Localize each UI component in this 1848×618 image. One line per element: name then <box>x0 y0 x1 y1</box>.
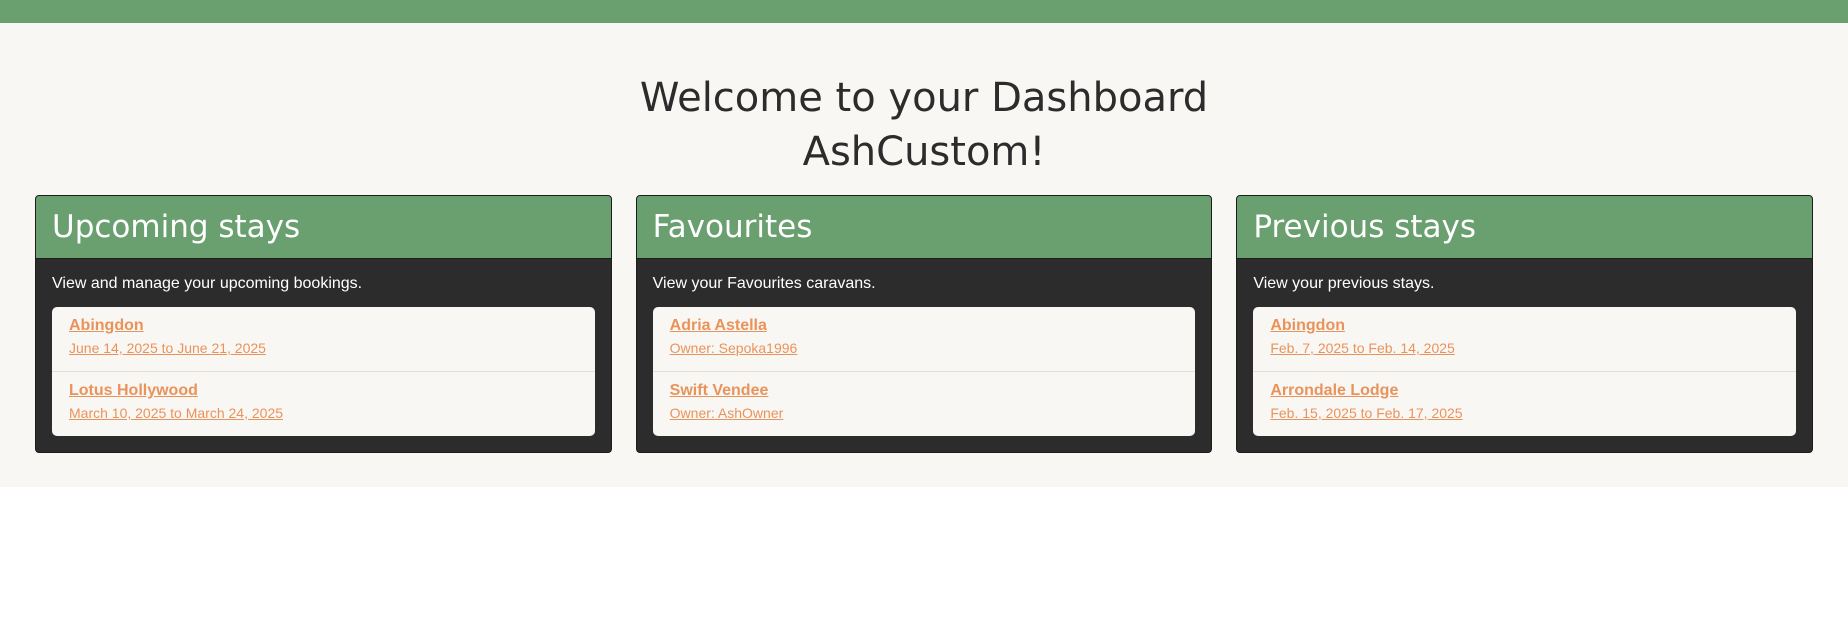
page-title: Welcome to your Dashboard AshCustom! <box>0 23 1848 179</box>
booking-link-lotus-hollywood[interactable]: Lotus Hollywood March 10, 2025 to March … <box>52 372 595 436</box>
top-navbar <box>0 0 1848 23</box>
card-description: View your Favourites caravans. <box>652 275 876 292</box>
card-title: Upcoming stays <box>52 209 301 245</box>
booking-title[interactable]: Lotus Hollywood <box>69 381 578 401</box>
stay-link-abingdon[interactable]: Abingdon Feb. 7, 2025 to Feb. 14, 2025 <box>1253 307 1797 372</box>
stay-dates[interactable]: Feb. 7, 2025 to Feb. 14, 2025 <box>1270 336 1779 361</box>
stay-dates[interactable]: Feb. 15, 2025 to Feb. 17, 2025 <box>1270 401 1779 426</box>
caravan-owner[interactable]: Owner: Sepoka1996 <box>670 336 1179 361</box>
card-description: View your previous stays. <box>1253 275 1435 292</box>
stay-title[interactable]: Abingdon <box>1270 316 1779 336</box>
caravan-title[interactable]: Adria Astella <box>670 316 1179 336</box>
stay-link-arrondale-lodge[interactable]: Arrondale Lodge Feb. 15, 2025 to Feb. 17… <box>1253 372 1796 436</box>
booking-dates[interactable]: March 10, 2025 to March 24, 2025 <box>69 401 578 426</box>
booking-link-abingdon[interactable]: Abingdon June 14, 2025 to June 21, 2025 <box>52 307 595 372</box>
page-title-line1: Welcome to your Dashboard <box>639 75 1209 121</box>
booking-title[interactable]: Abingdon <box>69 316 578 336</box>
bookings-list: Abingdon June 14, 2025 to June 21, 2025 … <box>52 307 595 436</box>
page-title-username: AshCustom! <box>802 129 1046 175</box>
dashboard-main: Welcome to your Dashboard AshCustom! Upc… <box>0 23 1848 487</box>
card-title: Favourites <box>652 209 813 245</box>
previous-stays-list: Abingdon Feb. 7, 2025 to Feb. 14, 2025 A… <box>1253 307 1797 436</box>
caravan-owner[interactable]: Owner: AshOwner <box>670 401 1179 426</box>
card-title: Previous stays <box>1253 209 1477 245</box>
stay-title[interactable]: Arrondale Lodge <box>1270 381 1779 401</box>
caravan-title[interactable]: Swift Vendee <box>670 381 1179 401</box>
favourites-list: Adria Astella Owner: Sepoka1996 Swift Ve… <box>652 307 1196 436</box>
card-description: View and manage your upcoming bookings. <box>52 275 363 292</box>
card-body: View your previous stays. Abingdon Feb. … <box>1237 259 1812 452</box>
card-header: Upcoming stays <box>36 196 611 259</box>
favourite-link-adria-astella[interactable]: Adria Astella Owner: Sepoka1996 <box>652 307 1196 372</box>
card-favourites: Favourites View your Favourites caravans… <box>635 195 1213 453</box>
card-upcoming-stays: Upcoming stays View and manage your upco… <box>35 195 612 453</box>
favourite-link-swift-vendee[interactable]: Swift Vendee Owner: AshOwner <box>653 372 1196 436</box>
card-body: View your Favourites caravans. Adria Ast… <box>637 259 1212 452</box>
booking-dates[interactable]: June 14, 2025 to June 21, 2025 <box>69 336 578 361</box>
card-header: Favourites <box>636 196 1212 259</box>
card-body: View and manage your upcoming bookings. … <box>36 259 611 452</box>
card-header: Previous stays <box>1237 196 1813 259</box>
dashboard-cards: Upcoming stays View and manage your upco… <box>35 195 1814 453</box>
card-previous-stays: Previous stays View your previous stays.… <box>1236 195 1814 453</box>
